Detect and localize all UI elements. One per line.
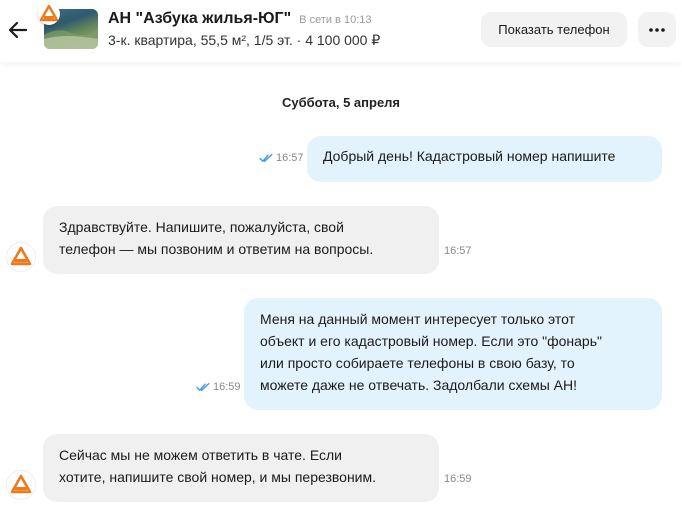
agency-name[interactable]: АН "Азбука жилья-ЮГ" bbox=[108, 10, 291, 28]
outgoing-message[interactable]: Меня на данный момент интересует только … bbox=[244, 298, 662, 410]
agency-logo-icon bbox=[38, 3, 60, 25]
presence-status: В сети в 10:13 bbox=[299, 14, 372, 26]
message-text: Меня на данный момент интересует только … bbox=[260, 311, 576, 327]
listing-summary[interactable]: 3-к. квартира, 55,5 м², 1/5 эт. · 4 100 … bbox=[108, 32, 380, 49]
back-arrow-icon[interactable] bbox=[6, 18, 30, 42]
more-options-button[interactable] bbox=[638, 12, 676, 47]
agency-logo-icon bbox=[10, 246, 32, 266]
agency-logo-icon bbox=[10, 474, 32, 494]
message-text: можете даже не отвечать. Задолбали схемы… bbox=[260, 377, 577, 393]
outgoing-message[interactable]: Добрый день! Кадастровый номер напишите bbox=[307, 136, 662, 182]
chat-title: АН "Азбука жилья-ЮГ" В сети в 10:13 bbox=[108, 10, 371, 28]
read-double-check-icon bbox=[259, 153, 273, 162]
message-time: 16:57 bbox=[444, 245, 472, 257]
message-text: Добрый день! Кадастровый номер напишите bbox=[323, 148, 616, 164]
message-time: 16:59 bbox=[196, 381, 241, 393]
incoming-message[interactable]: Здравствуйте. Напишите, пожалуйста, свой… bbox=[43, 206, 439, 274]
date-separator: Суббота, 5 апреля bbox=[281, 95, 401, 110]
agency-avatar[interactable] bbox=[6, 470, 36, 500]
message-text: Сейчас мы не можем ответить в чате. Если bbox=[59, 447, 343, 463]
message-text: телефон — мы позвоним и ответим на вопро… bbox=[59, 241, 374, 257]
message-time: 16:57 bbox=[259, 152, 304, 164]
chat-header: АН "Азбука жилья-ЮГ" В сети в 10:13 3-к.… bbox=[0, 0, 682, 62]
incoming-message[interactable]: Сейчас мы не можем ответить в чате. Если… bbox=[43, 434, 439, 502]
message-time: 16:59 bbox=[444, 473, 472, 485]
message-text: хотите, напишите свой номер, и мы перезв… bbox=[59, 469, 377, 485]
read-double-check-icon bbox=[196, 382, 210, 391]
message-text: Здравствуйте. Напишите, пожалуйста, свой bbox=[59, 219, 344, 235]
show-phone-button[interactable]: Показать телефон bbox=[481, 12, 627, 47]
message-text: объект и его кадастровый номер. Если это… bbox=[260, 333, 602, 349]
message-text: или просто собираете телефоны в свою баз… bbox=[260, 355, 575, 371]
more-horizontal-icon bbox=[649, 27, 665, 32]
agency-avatar[interactable] bbox=[6, 242, 36, 272]
